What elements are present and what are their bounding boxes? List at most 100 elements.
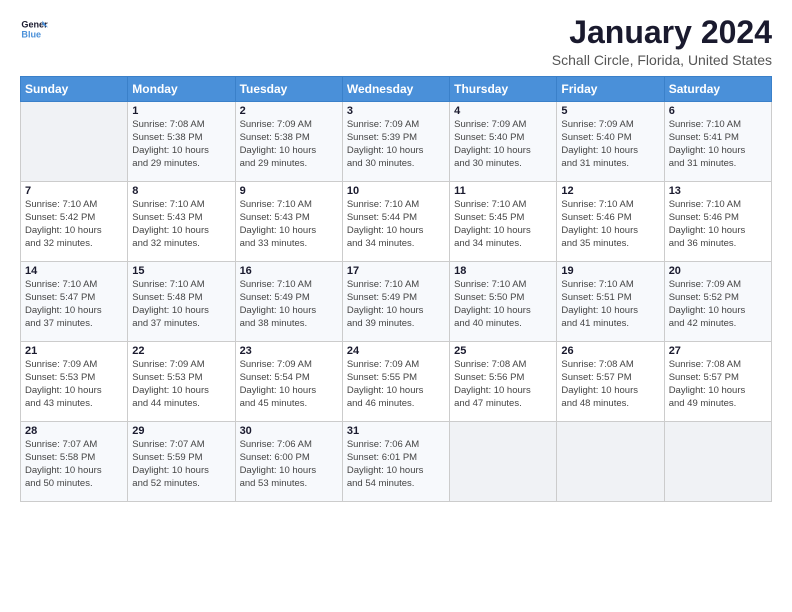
calendar-header-row: Sunday Monday Tuesday Wednesday Thursday…	[21, 77, 772, 102]
day-number: 21	[25, 345, 123, 357]
calendar-cell: 26 Sunrise: 7:08 AMSunset: 5:57 PMDayligh…	[557, 342, 664, 422]
day-number: 31	[347, 425, 445, 437]
day-number: 18	[454, 265, 552, 277]
calendar-cell: 27 Sunrise: 7:08 AMSunset: 5:57 PMDayligh…	[664, 342, 771, 422]
day-info: Sunrise: 7:10 AMSunset: 5:46 PMDaylight:…	[669, 199, 767, 250]
day-info: Sunrise: 7:09 AMSunset: 5:40 PMDaylight:…	[561, 119, 659, 170]
calendar-cell: 20Sunrise: 7:09 AMSunset: 5:52 PMDayligh…	[664, 262, 771, 342]
day-number: 5	[561, 105, 659, 117]
calendar-cell: 6 Sunrise: 7:10 AMSunset: 5:41 PMDaylight…	[664, 102, 771, 182]
calendar-cell: 12 Sunrise: 7:10 AMSunset: 5:46 PMDayligh…	[557, 182, 664, 262]
day-info: Sunrise: 7:10 AMSunset: 5:47 PMDaylight:…	[25, 279, 123, 330]
calendar-cell: 9 Sunrise: 7:10 AMSunset: 5:43 PMDaylight…	[235, 182, 342, 262]
day-number: 3	[347, 105, 445, 117]
calendar-cell: 21 Sunrise: 7:09 AMSunset: 5:53 PMDayligh…	[21, 342, 128, 422]
day-info: Sunrise: 7:10 AMSunset: 5:42 PMDaylight:…	[25, 199, 123, 250]
day-number: 23	[240, 345, 338, 357]
day-number: 29	[132, 425, 230, 437]
calendar-cell: 23 Sunrise: 7:09 AMSunset: 5:54 PMDayligh…	[235, 342, 342, 422]
day-number: 13	[669, 185, 767, 197]
svg-text:Blue: Blue	[21, 29, 41, 39]
day-number: 16	[240, 265, 338, 277]
day-info: Sunrise: 7:09 AMSunset: 5:39 PMDaylight:…	[347, 119, 445, 170]
day-number: 25	[454, 345, 552, 357]
header-monday: Monday	[128, 77, 235, 102]
day-info: Sunrise: 7:10 AMSunset: 5:44 PMDaylight:…	[347, 199, 445, 250]
calendar-week-3: 14 Sunrise: 7:10 AMSunset: 5:47 PMDayligh…	[21, 262, 772, 342]
day-number: 30	[240, 425, 338, 437]
calendar-cell: 19Sunrise: 7:10 AMSunset: 5:51 PMDayligh…	[557, 262, 664, 342]
calendar-cell: 30Sunrise: 7:06 AMSunset: 6:00 PMDayligh…	[235, 422, 342, 502]
day-number: 10	[347, 185, 445, 197]
day-info: Sunrise: 7:07 AMSunset: 5:58 PMDaylight:…	[25, 439, 123, 490]
day-number: 4	[454, 105, 552, 117]
day-number: 14	[25, 265, 123, 277]
day-info: Sunrise: 7:10 AMSunset: 5:46 PMDaylight:…	[561, 199, 659, 250]
calendar-cell: 16 Sunrise: 7:10 AMSunset: 5:49 PMDayligh…	[235, 262, 342, 342]
subtitle: Schall Circle, Florida, United States	[552, 52, 772, 68]
day-info: Sunrise: 7:09 AMSunset: 5:53 PMDaylight:…	[132, 359, 230, 410]
calendar-cell: 13 Sunrise: 7:10 AMSunset: 5:46 PMDayligh…	[664, 182, 771, 262]
day-number: 27	[669, 345, 767, 357]
calendar-cell	[21, 102, 128, 182]
day-number: 8	[132, 185, 230, 197]
day-number: 26	[561, 345, 659, 357]
calendar-cell: 2Sunrise: 7:09 AMSunset: 5:38 PMDaylight…	[235, 102, 342, 182]
day-info: Sunrise: 7:08 AMSunset: 5:38 PMDaylight:…	[132, 119, 230, 170]
day-info: Sunrise: 7:10 AMSunset: 5:43 PMDaylight:…	[240, 199, 338, 250]
calendar-cell: 28 Sunrise: 7:07 AMSunset: 5:58 PMDayligh…	[21, 422, 128, 502]
calendar-cell: 18 Sunrise: 7:10 AMSunset: 5:50 PMDayligh…	[450, 262, 557, 342]
calendar-cell: 5 Sunrise: 7:09 AMSunset: 5:40 PMDaylight…	[557, 102, 664, 182]
day-info: Sunrise: 7:10 AMSunset: 5:49 PMDaylight:…	[240, 279, 338, 330]
calendar: Sunday Monday Tuesday Wednesday Thursday…	[20, 76, 772, 502]
header-friday: Friday	[557, 77, 664, 102]
calendar-cell: 8Sunrise: 7:10 AMSunset: 5:43 PMDaylight…	[128, 182, 235, 262]
day-info: Sunrise: 7:10 AMSunset: 5:50 PMDaylight:…	[454, 279, 552, 330]
day-info: Sunrise: 7:08 AMSunset: 5:56 PMDaylight:…	[454, 359, 552, 410]
calendar-week-2: 7 Sunrise: 7:10 AMSunset: 5:42 PMDaylight…	[21, 182, 772, 262]
calendar-cell: 31Sunrise: 7:06 AMSunset: 6:01 PMDayligh…	[342, 422, 449, 502]
calendar-cell: 14 Sunrise: 7:10 AMSunset: 5:47 PMDayligh…	[21, 262, 128, 342]
calendar-cell: 1Sunrise: 7:08 AMSunset: 5:38 PMDaylight…	[128, 102, 235, 182]
day-info: Sunrise: 7:09 AMSunset: 5:52 PMDaylight:…	[669, 279, 767, 330]
day-info: Sunrise: 7:09 AMSunset: 5:53 PMDaylight:…	[25, 359, 123, 410]
day-info: Sunrise: 7:09 AMSunset: 5:40 PMDaylight:…	[454, 119, 552, 170]
day-number: 15	[132, 265, 230, 277]
calendar-cell: 4 Sunrise: 7:09 AMSunset: 5:40 PMDaylight…	[450, 102, 557, 182]
header-wednesday: Wednesday	[342, 77, 449, 102]
day-number: 17	[347, 265, 445, 277]
day-number: 7	[25, 185, 123, 197]
day-info: Sunrise: 7:10 AMSunset: 5:49 PMDaylight:…	[347, 279, 445, 330]
calendar-cell	[450, 422, 557, 502]
day-info: Sunrise: 7:10 AMSunset: 5:51 PMDaylight:…	[561, 279, 659, 330]
logo: General Blue	[20, 15, 48, 43]
calendar-cell: 7 Sunrise: 7:10 AMSunset: 5:42 PMDaylight…	[21, 182, 128, 262]
calendar-cell: 10 Sunrise: 7:10 AMSunset: 5:44 PMDayligh…	[342, 182, 449, 262]
day-info: Sunrise: 7:09 AMSunset: 5:55 PMDaylight:…	[347, 359, 445, 410]
day-number: 22	[132, 345, 230, 357]
day-info: Sunrise: 7:08 AMSunset: 5:57 PMDaylight:…	[561, 359, 659, 410]
calendar-cell: 24Sunrise: 7:09 AMSunset: 5:55 PMDayligh…	[342, 342, 449, 422]
day-info: Sunrise: 7:08 AMSunset: 5:57 PMDaylight:…	[669, 359, 767, 410]
day-info: Sunrise: 7:07 AMSunset: 5:59 PMDaylight:…	[132, 439, 230, 490]
day-number: 12	[561, 185, 659, 197]
day-number: 9	[240, 185, 338, 197]
calendar-cell: 22 Sunrise: 7:09 AMSunset: 5:53 PMDayligh…	[128, 342, 235, 422]
day-number: 6	[669, 105, 767, 117]
header-saturday: Saturday	[664, 77, 771, 102]
calendar-week-4: 21 Sunrise: 7:09 AMSunset: 5:53 PMDayligh…	[21, 342, 772, 422]
calendar-cell: 25 Sunrise: 7:08 AMSunset: 5:56 PMDayligh…	[450, 342, 557, 422]
calendar-cell	[664, 422, 771, 502]
header-thursday: Thursday	[450, 77, 557, 102]
header-sunday: Sunday	[21, 77, 128, 102]
day-info: Sunrise: 7:10 AMSunset: 5:48 PMDaylight:…	[132, 279, 230, 330]
calendar-cell: 3 Sunrise: 7:09 AMSunset: 5:39 PMDaylight…	[342, 102, 449, 182]
calendar-week-1: 1Sunrise: 7:08 AMSunset: 5:38 PMDaylight…	[21, 102, 772, 182]
logo-icon: General Blue	[20, 15, 48, 43]
day-info: Sunrise: 7:10 AMSunset: 5:45 PMDaylight:…	[454, 199, 552, 250]
day-number: 28	[25, 425, 123, 437]
day-number: 2	[240, 105, 338, 117]
day-info: Sunrise: 7:09 AMSunset: 5:54 PMDaylight:…	[240, 359, 338, 410]
day-info: Sunrise: 7:10 AMSunset: 5:41 PMDaylight:…	[669, 119, 767, 170]
day-number: 11	[454, 185, 552, 197]
